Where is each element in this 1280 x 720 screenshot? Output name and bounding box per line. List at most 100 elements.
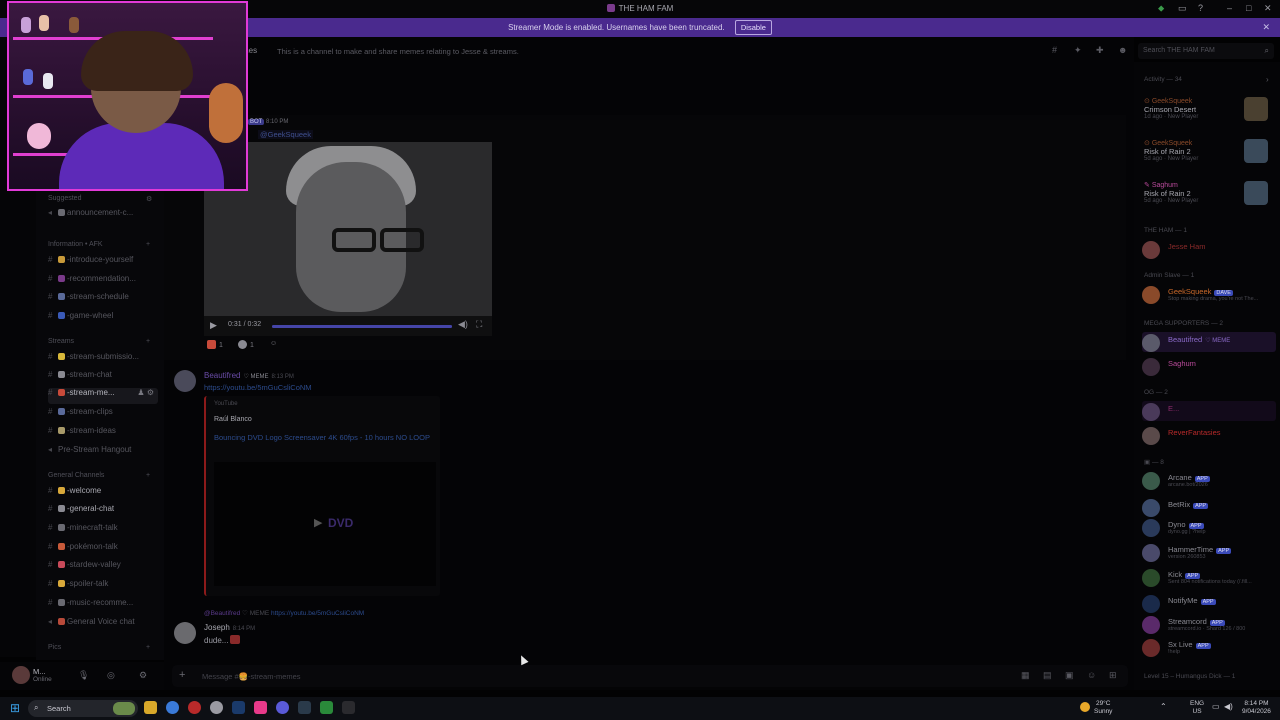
member-item[interactable]: Arcane APP arcane.bot/2026	[1142, 470, 1276, 490]
add-channel-icon[interactable]: +	[146, 472, 150, 479]
close-window-icon[interactable]: ✕	[1264, 3, 1272, 14]
channel-recommendation[interactable]: # -recommendation...	[48, 274, 158, 290]
reaction-chip[interactable]: 1	[207, 340, 223, 353]
search-input[interactable]: Search THE HAM FAM ⌕	[1138, 43, 1274, 59]
maximize-icon[interactable]: □	[1246, 3, 1251, 13]
member-item[interactable]: Beautifred ♡ MEME	[1142, 332, 1276, 352]
add-channel-icon[interactable]: +	[146, 241, 150, 248]
member-item[interactable]: Saghum	[1142, 356, 1276, 376]
category-pics[interactable]: Pics +	[48, 644, 150, 651]
volume-tray-icon[interactable]: ◀)	[1224, 702, 1233, 711]
volume-icon[interactable]: ◀)	[458, 319, 468, 330]
pin-icon[interactable]: ✚	[1096, 45, 1104, 56]
channel-introduce-yourself[interactable]: # -introduce-yourself	[48, 255, 158, 271]
attach-icon[interactable]: +	[179, 669, 185, 681]
disable-streamer-button[interactable]: Disable	[734, 20, 772, 35]
avatar[interactable]	[174, 370, 196, 392]
reaction-chip[interactable]: 1	[238, 340, 254, 353]
member-item[interactable]: Jesse Ham	[1142, 239, 1276, 259]
notification-icon[interactable]: ✦	[1074, 45, 1082, 56]
chrome-icon[interactable]	[166, 701, 179, 714]
user-avatar[interactable]	[12, 666, 30, 684]
add-reaction-icon[interactable]: ☺	[270, 340, 277, 353]
embed-video-thumbnail[interactable]: ▶ DVD	[214, 462, 436, 586]
discord-icon[interactable]	[276, 701, 289, 714]
app-icon[interactable]	[342, 701, 355, 714]
weather-icon[interactable]	[1080, 702, 1090, 712]
category-general[interactable]: General Channels +	[48, 472, 150, 479]
member-item[interactable]: NotifyMe APP	[1142, 593, 1276, 613]
member-item[interactable]: GeekSqueek DAVE Stop making drama, you're …	[1142, 284, 1276, 304]
channel-general-voice[interactable]: ◂ General Voice chat	[48, 617, 158, 633]
apps-icon[interactable]: ⊞	[1109, 670, 1117, 681]
category-streams[interactable]: Streams +	[48, 338, 150, 345]
clock[interactable]: 8:14 PM 9/04/2026	[1242, 700, 1271, 716]
network-icon[interactable]: ▭	[1212, 702, 1220, 711]
reply-preview[interactable]: @Beautifred ♡ MEME https://youtu.be/5mGu…	[204, 609, 364, 617]
members-icon[interactable]: ☻	[1118, 45, 1127, 55]
channel-settings-icon[interactable]: ♟ ⚙	[137, 388, 154, 397]
channel-spoiler-talk[interactable]: # -spoiler-talk	[48, 579, 158, 595]
embed-title[interactable]: Bouncing DVD Logo Screensaver 4K 60fps -…	[214, 432, 436, 444]
activity-item[interactable]: ✎ Saghum Risk of Rain 2 5d ago · New Pla…	[1144, 181, 1274, 205]
embed-author[interactable]: Raúl Blanco	[214, 416, 252, 423]
gif-icon[interactable]: ▤	[1043, 670, 1052, 681]
play-icon[interactable]: ▶	[210, 320, 217, 331]
member-item[interactable]: Kick APP Sent 804 notifications today (/.f…	[1142, 567, 1276, 587]
member-item[interactable]: ReverFantasies	[1142, 425, 1276, 445]
channel-stream-clips[interactable]: # -stream-clips	[48, 407, 158, 423]
message-input[interactable]	[202, 668, 982, 684]
channel-stardew-valley[interactable]: # -stardew-valley	[48, 560, 158, 576]
emoji-picker-icon[interactable]: ☺	[1087, 670, 1096, 680]
language-indicator[interactable]: ENG US	[1190, 700, 1204, 716]
taskbar-search[interactable]: ⌕ Search	[28, 700, 138, 717]
app-icon[interactable]	[320, 701, 333, 714]
play-icon[interactable]: ▶	[314, 516, 322, 529]
channel-stream-schedule[interactable]: # -stream-schedule	[48, 292, 158, 308]
member-item[interactable]: Dyno APP dyno.gg | ?help	[1142, 517, 1276, 537]
nitro-icon[interactable]: ⬥	[1158, 3, 1164, 14]
channel-minecraft-talk[interactable]: # -minecraft-talk	[48, 523, 158, 539]
member-item[interactable]: Streamcord APP streamcord.io · Shard 126 /…	[1142, 614, 1276, 634]
steam-icon[interactable]	[232, 701, 245, 714]
user-mention[interactable]: @GeekSqueek	[258, 130, 313, 139]
add-channel-icon[interactable]: +	[146, 338, 150, 345]
add-channel-icon[interactable]: +	[146, 644, 150, 651]
file-explorer-icon[interactable]	[144, 701, 157, 714]
music-app-icon[interactable]	[254, 701, 267, 714]
channel-pre-stream-hangout[interactable]: ◂ Pre-Stream Hangout	[48, 445, 158, 461]
headphones-icon[interactable]: ◎	[107, 670, 115, 681]
threads-icon[interactable]: #	[1052, 45, 1057, 55]
author-name[interactable]: Beautifred	[204, 371, 240, 380]
inbox-icon[interactable]: ▭	[1178, 3, 1187, 14]
channel-stream-ideas[interactable]: # -stream-ideas	[48, 426, 158, 442]
fullscreen-icon[interactable]: ⛶	[476, 319, 482, 330]
settings-app-icon[interactable]	[210, 701, 223, 714]
channel-game-wheel[interactable]: # -game-wheel	[48, 311, 158, 327]
chevron-right-icon[interactable]: ›	[1266, 75, 1269, 84]
member-item[interactable]: E...	[1142, 401, 1276, 421]
windows-start-icon[interactable]: ⊞	[10, 701, 20, 715]
category-information[interactable]: Information • AFK +	[48, 241, 150, 248]
channel-stream-submission[interactable]: # -stream-submissio...	[48, 352, 158, 368]
channel-pokemon-talk[interactable]: # -pokémon-talk	[48, 542, 158, 558]
message-link[interactable]: https://youtu.be/5mGuCsliCoNM	[204, 383, 312, 392]
app-icon[interactable]	[298, 701, 311, 714]
gift-icon[interactable]: ▦	[1021, 670, 1030, 681]
weather-widget[interactable]: 29°C Sunny	[1094, 700, 1112, 716]
channel-topic[interactable]: This is a channel to make and share meme…	[277, 47, 519, 56]
sticker-icon[interactable]: ▣	[1065, 670, 1074, 681]
channel-general-chat[interactable]: # -general-chat	[48, 504, 158, 520]
category-suggested[interactable]: Suggested ⚙	[48, 195, 152, 203]
channel-stream-memes[interactable]: # -stream-me... ♟ ⚙	[48, 388, 158, 404]
settings-icon[interactable]: ⚙	[146, 195, 152, 203]
activity-item[interactable]: ⊙ GeekSqueek Risk of Rain 2 5d ago · New…	[1144, 139, 1274, 163]
member-item[interactable]: HammerTime APP version 260853	[1142, 542, 1276, 562]
video-progress-bar[interactable]	[272, 325, 452, 328]
member-item[interactable]: BetRix APP	[1142, 497, 1276, 517]
microphone-icon[interactable]: 🎙	[78, 670, 89, 681]
channel-welcome[interactable]: # -welcome	[48, 486, 158, 502]
channel-music-recommendations[interactable]: # -music-recomme...	[48, 598, 158, 614]
tray-overflow-icon[interactable]: ⌃	[1160, 702, 1167, 711]
app-icon[interactable]	[188, 701, 201, 714]
